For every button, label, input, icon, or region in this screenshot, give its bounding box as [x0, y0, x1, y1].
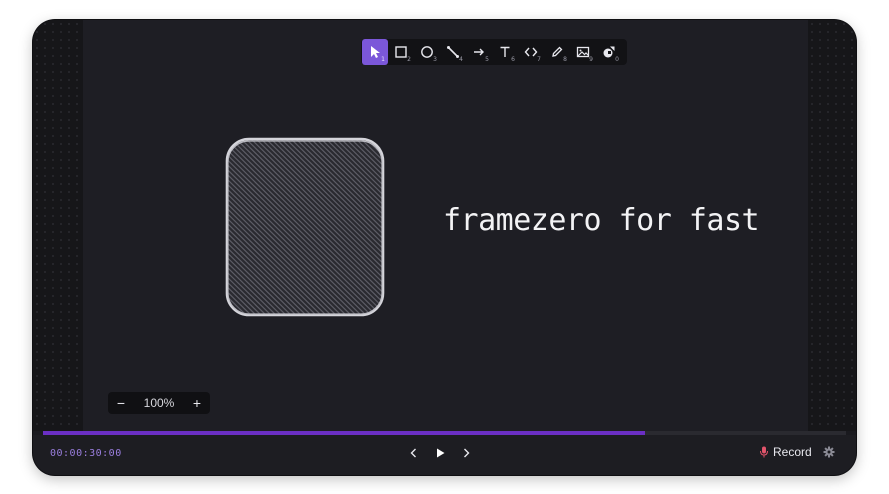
- circle-icon: [421, 46, 433, 58]
- canvas-text[interactable]: framezero for fast: [443, 203, 760, 238]
- tool-shortcut: 1: [381, 56, 385, 63]
- left-gutter: [33, 20, 83, 431]
- zoom-out-button[interactable]: −: [116, 396, 126, 410]
- tool-ellipse[interactable]: 3: [414, 39, 440, 65]
- chevron-right-icon: [464, 448, 470, 458]
- tool-shortcut: 9: [589, 56, 593, 63]
- play-button[interactable]: [433, 445, 447, 461]
- microphone-icon: [760, 446, 768, 458]
- tool-image[interactable]: 9: [570, 39, 596, 65]
- previous-button[interactable]: [407, 445, 421, 461]
- tool-code[interactable]: 7: [518, 39, 544, 65]
- tool-shortcut: 0: [615, 56, 619, 63]
- sketched-rounded-rectangle[interactable]: [221, 134, 389, 320]
- record-button[interactable]: Record: [759, 445, 812, 459]
- tool-shortcut: 4: [459, 56, 463, 63]
- tool-line[interactable]: 4: [440, 39, 466, 65]
- rectangle-icon: [395, 46, 407, 58]
- tool-text[interactable]: 6: [492, 39, 518, 65]
- tool-shortcut: 8: [563, 56, 567, 63]
- tool-pencil[interactable]: 8: [544, 39, 570, 65]
- tool-arrow[interactable]: 5: [466, 39, 492, 65]
- zoom-in-button[interactable]: +: [192, 396, 202, 410]
- zoom-control: − 100% +: [108, 392, 210, 414]
- drawing-toolbar: 1 2 3 4 5 6 7 8 9 0: [361, 39, 627, 65]
- record-label: Record: [773, 445, 812, 459]
- playback-bar: 00:00:30:00 Record: [33, 435, 856, 475]
- text-icon: [500, 46, 510, 57]
- tool-shortcut: 5: [485, 56, 489, 63]
- playback-controls: [407, 445, 473, 461]
- tool-shortcut: 2: [407, 56, 411, 63]
- cursor-icon: [371, 46, 380, 58]
- right-gutter: [808, 20, 856, 431]
- code-icon: [524, 47, 538, 57]
- next-button[interactable]: [459, 445, 473, 461]
- shapes-icon: [603, 46, 615, 58]
- tool-shapes[interactable]: 0: [596, 39, 622, 65]
- line-icon: [447, 46, 459, 58]
- tool-shortcut: 3: [433, 56, 437, 63]
- gear-icon[interactable]: [823, 446, 835, 458]
- tool-select[interactable]: 1: [362, 39, 388, 65]
- zoom-level: 100%: [143, 396, 175, 410]
- tool-shortcut: 7: [537, 56, 541, 63]
- tool-rectangle[interactable]: 2: [388, 39, 414, 65]
- play-icon: [437, 448, 445, 458]
- pencil-icon: [552, 46, 563, 57]
- arrow-right-icon: [474, 48, 484, 56]
- timecode: 00:00:30:00: [50, 448, 122, 459]
- image-icon: [576, 46, 590, 58]
- tool-shortcut: 6: [511, 56, 515, 63]
- chevron-left-icon: [410, 448, 416, 458]
- app-window: 1 2 3 4 5 6 7 8 9 0 framezero for fast −…: [33, 20, 856, 475]
- canvas-stage[interactable]: 1 2 3 4 5 6 7 8 9 0 framezero for fast −…: [83, 20, 808, 431]
- hatch-stroke: [386, 134, 389, 320]
